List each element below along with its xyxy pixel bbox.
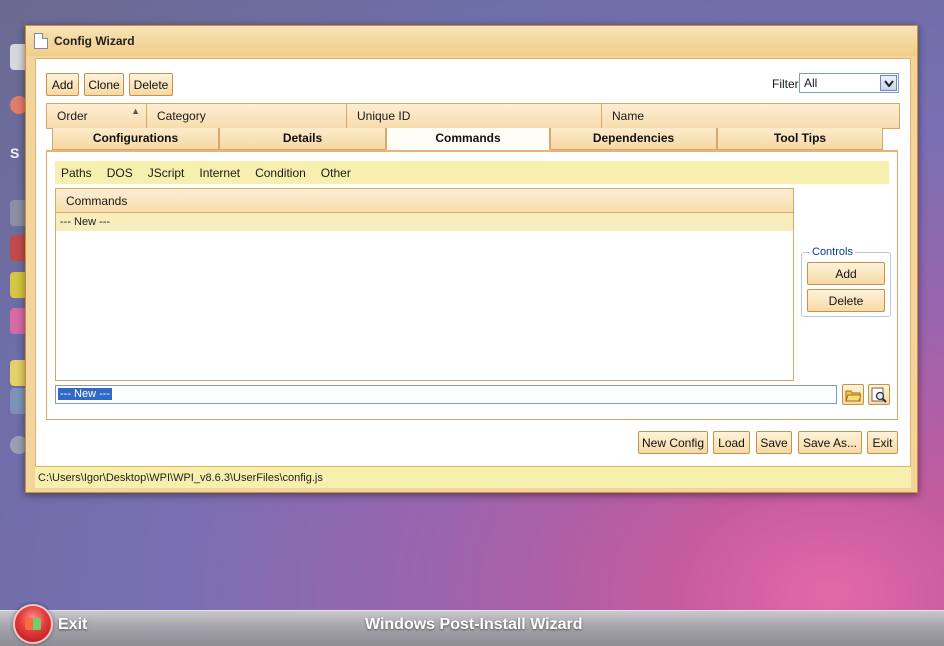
inspect-button[interactable]: [868, 384, 890, 405]
subnav-internet[interactable]: Internet: [199, 166, 240, 180]
dropdown-arrow-icon[interactable]: [880, 75, 897, 91]
window-title: Config Wizard: [54, 34, 135, 48]
column-header-label: Order: [57, 109, 88, 123]
window-client-area: Add Clone Delete Filter All Order ▲ Cate…: [35, 58, 911, 488]
tab-tool-tips[interactable]: Tool Tips: [717, 128, 883, 150]
taskbar-title: Windows Post-Install Wizard: [365, 616, 583, 633]
clone-button[interactable]: Clone: [84, 73, 124, 96]
commands-tab-panel: Paths DOS JScript Internet Condition Oth…: [46, 150, 898, 420]
tab-configurations[interactable]: Configurations: [52, 128, 219, 150]
browse-folder-button[interactable]: [842, 384, 864, 405]
column-header-name[interactable]: Name: [602, 104, 899, 128]
column-header-label: Unique ID: [357, 109, 411, 123]
config-wizard-window: Config Wizard Add Clone Delete Filter Al…: [25, 25, 918, 493]
windows-orb-icon[interactable]: [13, 604, 53, 644]
save-button[interactable]: Save: [756, 431, 792, 454]
tab-details[interactable]: Details: [219, 128, 386, 150]
taskbar-exit-label[interactable]: Exit: [58, 616, 87, 634]
filter-label: Filter: [772, 77, 799, 91]
subnav-paths[interactable]: Paths: [61, 166, 92, 180]
tab-strip: Configurations Details Commands Dependen…: [52, 128, 883, 150]
command-type-bar: Paths DOS JScript Internet Condition Oth…: [55, 161, 889, 184]
column-header-label: Name: [612, 109, 645, 123]
controls-add-button[interactable]: Add: [807, 262, 885, 285]
filter-value: All: [804, 76, 818, 90]
column-header-order[interactable]: Order ▲: [47, 104, 147, 128]
title-bar[interactable]: Config Wizard: [26, 26, 917, 56]
load-button[interactable]: Load: [713, 431, 750, 454]
exit-button[interactable]: Exit: [867, 431, 898, 454]
column-header-label: Category: [157, 109, 206, 123]
search-icon: [871, 387, 887, 403]
commands-list-header[interactable]: Commands: [56, 189, 793, 213]
command-input-value: --- New ---: [58, 388, 113, 400]
document-icon: [34, 33, 48, 49]
command-input[interactable]: --- New ---: [55, 385, 837, 404]
desktop-text-fragment: S: [10, 145, 20, 161]
controls-delete-button[interactable]: Delete: [807, 289, 885, 312]
subnav-dos[interactable]: DOS: [107, 166, 133, 180]
subnav-other[interactable]: Other: [321, 166, 351, 180]
config-grid-header: Order ▲ Category Unique ID Name: [46, 103, 900, 129]
subnav-condition[interactable]: Condition: [255, 166, 306, 180]
column-header-unique-id[interactable]: Unique ID: [347, 104, 602, 128]
tab-dependencies[interactable]: Dependencies: [550, 128, 717, 150]
list-item[interactable]: --- New ---: [56, 213, 793, 231]
status-bar: C:\Users\Igor\Desktop\WPI\WPI_v8.6.3\Use…: [35, 466, 911, 488]
column-header-category[interactable]: Category: [147, 104, 347, 128]
controls-group: Controls Add Delete: [801, 246, 891, 317]
folder-open-icon: [845, 390, 861, 401]
sort-ascending-icon: ▲: [131, 106, 140, 116]
commands-list: Commands --- New ---: [55, 188, 794, 381]
new-config-button[interactable]: New Config: [638, 431, 708, 454]
controls-legend: Controls: [810, 246, 855, 258]
filter-dropdown[interactable]: All: [799, 73, 899, 93]
tab-commands[interactable]: Commands: [386, 128, 550, 150]
subnav-jscript[interactable]: JScript: [148, 166, 185, 180]
delete-button[interactable]: Delete: [129, 73, 173, 96]
add-button[interactable]: Add: [46, 73, 79, 96]
save-as-button[interactable]: Save As...: [798, 431, 862, 454]
